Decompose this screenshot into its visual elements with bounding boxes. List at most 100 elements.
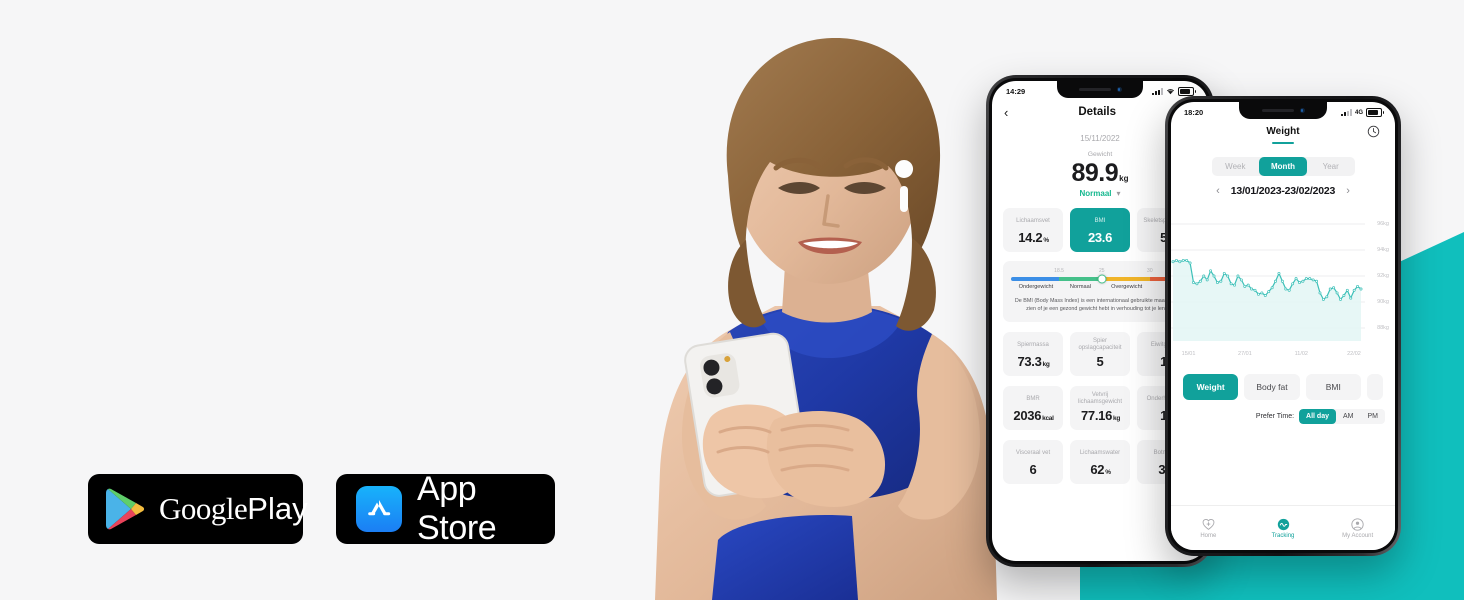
bmi-tick: 18.5 bbox=[1054, 268, 1064, 274]
chart-y-tick: 96kg bbox=[1377, 221, 1389, 227]
metric-label: Vetvrij lichaamsgewicht bbox=[1077, 391, 1123, 406]
metric-tile[interactable]: BMR 2036kcal bbox=[1003, 385, 1063, 430]
wifi-icon bbox=[1166, 89, 1175, 95]
chart-x-tick: 22/02 bbox=[1347, 351, 1361, 357]
metric-tile[interactable]: Lichaamswater 62% bbox=[1070, 439, 1130, 484]
metric-unit: kg bbox=[1113, 414, 1121, 422]
metric-tab-bmi[interactable]: BMI bbox=[1305, 374, 1361, 400]
chart-y-tick: 94kg bbox=[1377, 247, 1389, 253]
weight-line-chart: 96kg 94kg 92kg 90kg 88kg 15/01 27/01 11/02 22/0… bbox=[1171, 205, 1395, 365]
clock-history-icon[interactable] bbox=[1367, 125, 1380, 138]
metric-tabs: Weight Body fat BMI bbox=[1171, 374, 1395, 400]
chart-y-tick: 88kg bbox=[1377, 325, 1389, 331]
app-store-label: App Store bbox=[417, 470, 497, 547]
metric-value: 77.16 bbox=[1080, 407, 1113, 423]
chart-x-tick: 11/02 bbox=[1294, 351, 1308, 357]
tab-my-account[interactable]: My Account bbox=[1320, 517, 1395, 539]
metric-unit: kg bbox=[1042, 360, 1050, 368]
prefer-time-options: All day AM PM bbox=[1299, 409, 1385, 424]
metric-unit: % bbox=[1043, 237, 1049, 244]
google-play-line2: Play bbox=[247, 491, 308, 526]
tab-label: Home bbox=[1200, 532, 1217, 539]
weight-status: Normaal bbox=[1079, 189, 1112, 198]
prev-range-button[interactable]: ‹ bbox=[1216, 185, 1220, 197]
status-time: 18:20 bbox=[1184, 108, 1204, 117]
metric-label: Lichaamsvet bbox=[1016, 217, 1050, 224]
metric-tab-weight[interactable]: Weight bbox=[1183, 374, 1239, 400]
metric-label: BMR bbox=[1026, 395, 1040, 402]
metric-tile[interactable]: Vetvrij lichaamsgewicht 77.16kg bbox=[1070, 385, 1130, 430]
next-range-button[interactable]: › bbox=[1346, 185, 1350, 197]
promo-banner: GooglePlay App Store 14:29 ‹ Details 15/… bbox=[0, 0, 1464, 600]
phone-b-notch bbox=[1239, 102, 1327, 119]
front-camera-icon bbox=[1116, 87, 1122, 92]
phone-b-navbar: Weight bbox=[1171, 123, 1395, 153]
metric-label: Visceraal vet bbox=[1015, 449, 1051, 456]
metric-tile[interactable]: Spier opslagcapaciteit 5 bbox=[1070, 331, 1130, 376]
tab-label: My Account bbox=[1342, 532, 1374, 539]
battery-icon bbox=[1366, 108, 1384, 117]
metric-tile[interactable]: Lichaamsvet 14.2% bbox=[1003, 208, 1063, 252]
google-play-line1: Google bbox=[159, 491, 248, 526]
metric-tile[interactable]: Visceraal vet 6 bbox=[1003, 439, 1063, 484]
metric-value: 6 bbox=[1029, 461, 1037, 477]
network-type: 4G bbox=[1354, 109, 1363, 116]
google-play-icon bbox=[106, 488, 145, 530]
apple-app-store-icon bbox=[356, 486, 402, 532]
metric-value: 73.3 bbox=[1017, 353, 1042, 369]
metric-value: 14.2 bbox=[1018, 230, 1043, 245]
metric-label: Spier opslagcapaciteit bbox=[1078, 337, 1122, 352]
metric-tab-bodyfat[interactable]: Body fat bbox=[1244, 374, 1300, 400]
period-tab-year[interactable]: Year bbox=[1307, 157, 1355, 176]
google-play-badge[interactable]: GooglePlay bbox=[88, 474, 308, 544]
period-segmented-control: Week Month Year bbox=[1211, 157, 1355, 176]
bmi-tick: 25 bbox=[1098, 268, 1105, 274]
chart-x-tick: 15/01 bbox=[1181, 351, 1196, 357]
phone-a-notch bbox=[1057, 81, 1143, 98]
metric-unit: % bbox=[1105, 468, 1111, 476]
heart-plus-icon bbox=[1202, 518, 1215, 530]
metric-value: 2036 bbox=[1013, 407, 1042, 423]
bmi-category: Overgewicht bbox=[1111, 284, 1143, 290]
status-time: 14:29 bbox=[1006, 87, 1026, 96]
prefer-time-pm[interactable]: PM bbox=[1361, 409, 1386, 424]
battery-icon bbox=[1178, 87, 1196, 96]
bmi-categories: Ondergewicht Normaal Overgewicht Obesita… bbox=[1011, 284, 1189, 292]
title-underline bbox=[1272, 142, 1294, 144]
speaker-icon bbox=[1078, 87, 1111, 92]
person-circle-icon bbox=[1351, 517, 1364, 531]
pulse-circle-icon bbox=[1277, 518, 1289, 530]
metric-tile[interactable]: Spiermassa 73.3kg bbox=[1003, 331, 1063, 376]
signal-icon bbox=[1152, 88, 1163, 95]
metric-tile-bmi[interactable]: BMI 23.6 bbox=[1070, 208, 1130, 252]
metric-unit: kcal bbox=[1042, 414, 1054, 422]
tab-tracking[interactable]: Tracking bbox=[1246, 518, 1321, 539]
prefer-time-am[interactable]: AM bbox=[1336, 409, 1361, 424]
phone-tracking-mockup: 18:20 4G Weight Week Month Year ‹ 13/01/… bbox=[1165, 96, 1401, 556]
metric-tab-overflow[interactable] bbox=[1366, 374, 1383, 400]
chart-x-tick: 27/01 bbox=[1238, 351, 1252, 357]
date-range-text: 13/01/2023-23/02/2023 bbox=[1230, 185, 1336, 197]
bmi-gradient-bar bbox=[1011, 274, 1189, 284]
prefer-time-allday[interactable]: All day bbox=[1299, 409, 1336, 424]
metric-value: 23.6 bbox=[1087, 230, 1113, 245]
page-title: Weight bbox=[1266, 126, 1300, 137]
prefer-time-row: Prefer Time: All day AM PM bbox=[1171, 409, 1395, 424]
bmi-marker-knob bbox=[1097, 274, 1107, 284]
speaker-icon bbox=[1261, 108, 1294, 113]
metric-label: BMI bbox=[1094, 217, 1106, 224]
phone-b-screen: 18:20 4G Weight Week Month Year ‹ 13/01/… bbox=[1171, 102, 1395, 550]
tab-label: Tracking bbox=[1271, 532, 1295, 539]
bmi-description: De BMI (Body Mass Index) is een internat… bbox=[1014, 298, 1186, 313]
period-tab-month[interactable]: Month bbox=[1259, 157, 1307, 176]
metric-label: Lichaamswater bbox=[1079, 449, 1121, 456]
prefer-time-label: Prefer Time: bbox=[1255, 413, 1295, 420]
date-range-selector: ‹ 13/01/2023-23/02/2023 › bbox=[1171, 185, 1395, 197]
period-tab-week[interactable]: Week bbox=[1212, 157, 1260, 176]
store-badges: GooglePlay App Store bbox=[88, 470, 555, 547]
metric-value: 5 bbox=[1096, 353, 1104, 369]
weight-value: 89.9 bbox=[1071, 159, 1119, 187]
app-store-badge[interactable]: App Store bbox=[336, 470, 555, 547]
bottom-tab-bar: Home Tracking My Account bbox=[1171, 505, 1395, 550]
tab-home[interactable]: Home bbox=[1171, 518, 1246, 539]
